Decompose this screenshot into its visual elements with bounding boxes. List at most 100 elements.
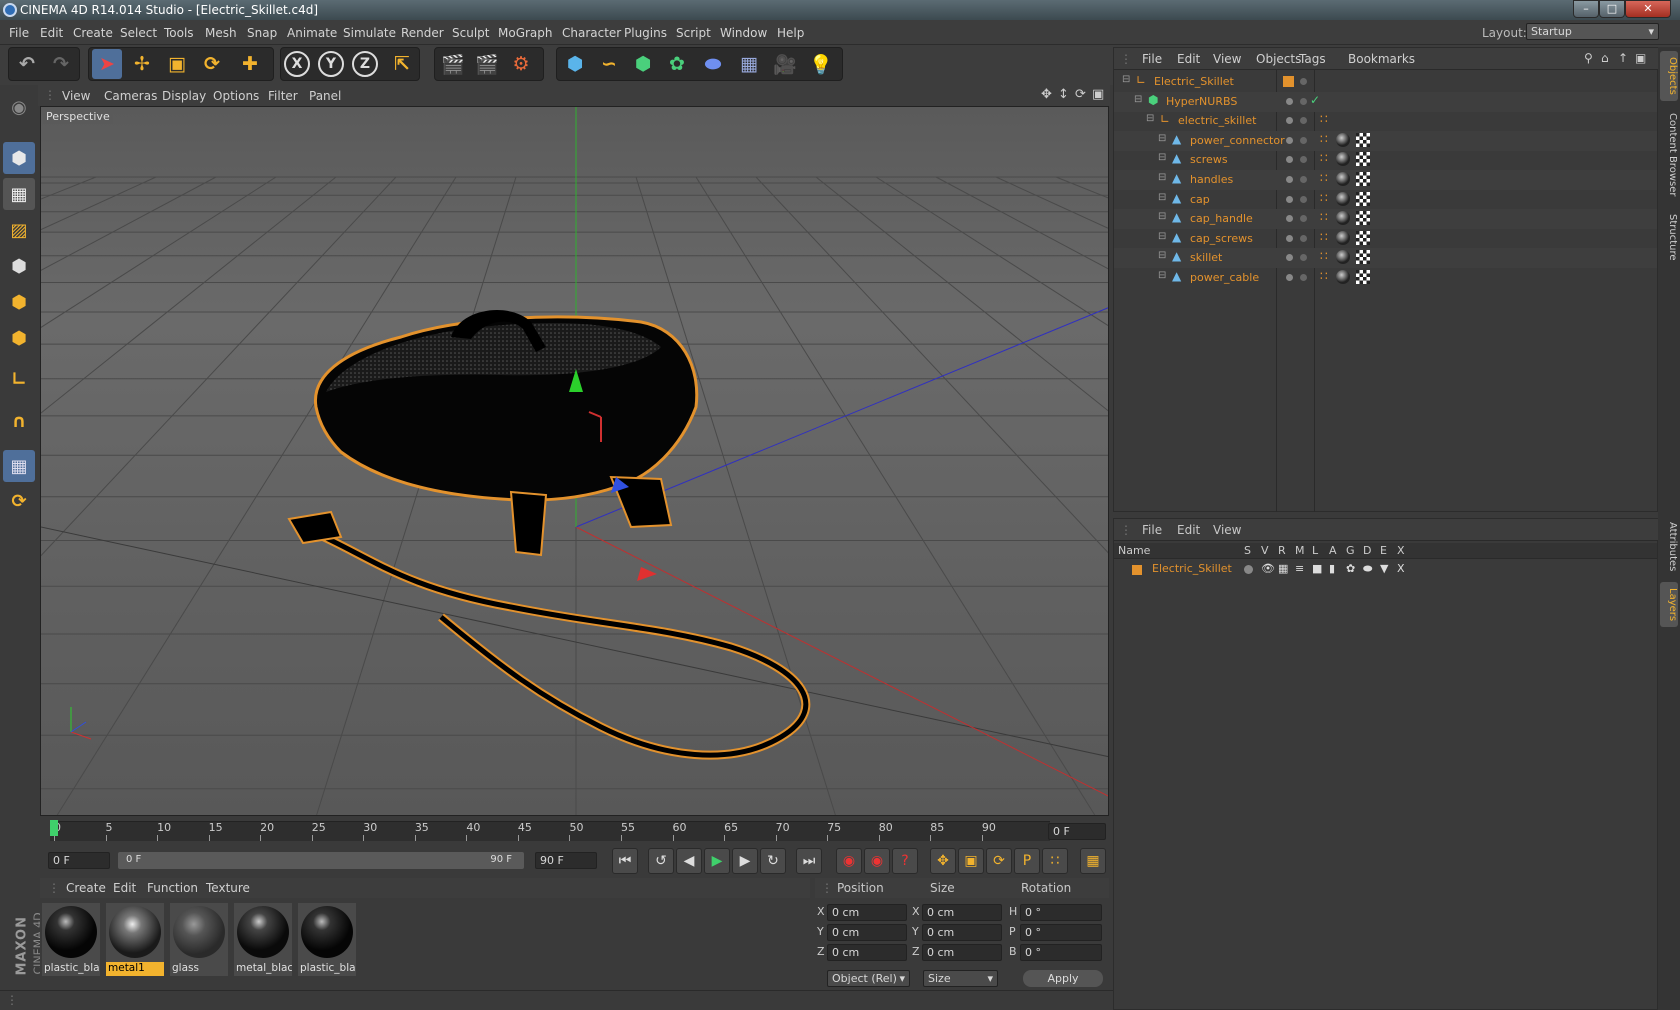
rotate-icon[interactable]: ⟳ — [197, 49, 227, 79]
key-parameter-button[interactable]: P — [1014, 848, 1040, 874]
current-frame-field[interactable]: 0 F — [1048, 823, 1106, 840]
render-icon[interactable]: ▦ — [1278, 562, 1288, 575]
tree-expander-icon[interactable]: ⊟ — [1158, 231, 1166, 242]
tree-expander-icon[interactable]: ⊟ — [1158, 152, 1166, 163]
end-frame-field[interactable]: 90 F — [535, 852, 597, 869]
redo-icon[interactable]: ↷ — [46, 49, 76, 79]
layer-name[interactable]: Electric_Skillet — [1152, 562, 1232, 575]
material-slot[interactable]: metal_black — [234, 903, 292, 976]
menu-render[interactable]: Render — [401, 26, 444, 40]
enabled-check-icon[interactable]: ✓ — [1310, 93, 1320, 107]
floor-icon[interactable]: ▦ — [734, 49, 764, 79]
material-slot[interactable]: plastic_blac — [298, 903, 356, 976]
object-name[interactable]: power_connector — [1190, 134, 1285, 147]
rotation-field[interactable]: 0 ° — [1020, 924, 1102, 941]
tree-expander-icon[interactable]: ⊟ — [1158, 270, 1166, 281]
viewport-menu-filter[interactable]: Filter — [268, 89, 298, 103]
tree-expander-icon[interactable]: ⊟ — [1122, 74, 1130, 85]
close-button[interactable]: ✕ — [1625, 0, 1671, 18]
object-name[interactable]: cap_screws — [1190, 232, 1253, 245]
material-tag-icon[interactable] — [1336, 211, 1350, 226]
layer-menu-edit[interactable]: Edit — [1177, 523, 1200, 537]
object-row[interactable]: ⊟ ▲ power_connector ∷ — [1114, 130, 1657, 151]
play-button[interactable]: ▶ — [704, 848, 730, 874]
object-menu-tags[interactable]: Tags — [1299, 52, 1326, 66]
layout-select[interactable]: Startup ▾ — [1526, 23, 1659, 40]
object-menu-edit[interactable]: Edit — [1177, 52, 1200, 66]
viewport-menu-display[interactable]: Display — [162, 89, 206, 103]
menu-character[interactable]: Character — [562, 26, 621, 40]
tree-expander-icon[interactable]: ⊟ — [1146, 113, 1154, 124]
size-field[interactable]: 0 cm — [922, 904, 1002, 921]
texture-tag-icon[interactable] — [1356, 211, 1370, 226]
material-menu-function[interactable]: Function — [147, 881, 198, 895]
render-visibility-icon[interactable] — [1300, 234, 1307, 242]
edges-mode-icon[interactable]: ⬢ — [3, 286, 35, 318]
light-icon[interactable]: 💡 — [806, 49, 836, 79]
menu-mesh[interactable]: Mesh — [205, 26, 237, 40]
viewport-menu-cameras[interactable]: Cameras — [104, 89, 157, 103]
menu-simulate[interactable]: Simulate — [343, 26, 396, 40]
frame-range-slider[interactable]: 0 F 90 F — [118, 852, 524, 869]
object-row[interactable]: ⊟ ⬢ HyperNURBS ✓ — [1114, 91, 1657, 112]
key-pla-button[interactable]: ∷ — [1042, 848, 1068, 874]
editor-visibility-icon[interactable] — [1286, 176, 1293, 183]
locked-workplane-icon[interactable]: ▦ — [3, 450, 35, 482]
render-picture-viewer-icon[interactable]: 🎬 — [472, 49, 502, 79]
previous-key-button[interactable]: ↺ — [648, 848, 674, 874]
object-name[interactable]: Electric_Skillet — [1154, 75, 1234, 88]
tree-expander-icon[interactable]: ⊟ — [1158, 192, 1166, 203]
editor-visibility-icon[interactable] — [1286, 195, 1293, 203]
maximize-view-icon[interactable]: ▣ — [1092, 87, 1104, 102]
axis-mode-icon[interactable]: ∟ — [3, 363, 35, 395]
tab-attributes[interactable]: Attributes — [1660, 517, 1678, 577]
render-visibility-icon[interactable] — [1300, 274, 1307, 281]
position-field[interactable]: 0 cm — [827, 904, 907, 921]
polygons-mode-icon[interactable]: ⬢ — [3, 322, 35, 354]
make-editable-icon[interactable]: ◉ — [3, 91, 35, 123]
menu-select[interactable]: Select — [120, 26, 157, 40]
texture-tag-icon[interactable] — [1356, 152, 1370, 167]
object-row[interactable]: ⊟ ▲ power_cable ∷ — [1114, 268, 1657, 288]
editor-visibility-icon[interactable] — [1286, 254, 1293, 262]
phong-tag-icon[interactable]: ∷ — [1320, 249, 1328, 263]
object-name[interactable]: HyperNURBS — [1166, 95, 1237, 108]
scale-icon[interactable]: ▣ — [162, 49, 192, 79]
new-view-icon[interactable]: ▣ — [1635, 51, 1646, 65]
material-slot[interactable]: metal1 — [106, 903, 164, 976]
phong-tag-icon[interactable]: ∷ — [1320, 210, 1328, 224]
search-icon[interactable]: ⚲ — [1584, 51, 1593, 65]
menu-window[interactable]: Window — [720, 26, 767, 40]
object-name[interactable]: handles — [1190, 173, 1233, 186]
planar-workplane-icon[interactable]: ⟳ — [3, 485, 35, 517]
tab-structure[interactable]: Structure — [1660, 207, 1678, 267]
deformers-icon[interactable]: ⬬ — [1363, 562, 1372, 576]
tree-expander-icon[interactable]: ⊟ — [1158, 250, 1166, 261]
editor-visibility-icon[interactable] — [1286, 215, 1293, 223]
zoom-view-icon[interactable]: ↕ — [1058, 87, 1069, 102]
phong-tag-icon[interactable]: ∷ — [1320, 132, 1328, 146]
workplane-icon[interactable]: ▨ — [3, 214, 35, 246]
solo-icon[interactable] — [1244, 565, 1253, 574]
render-visibility-icon[interactable] — [1300, 156, 1307, 164]
up-icon[interactable]: ↑ — [1618, 51, 1628, 65]
key-scale-button[interactable]: ▣ — [958, 848, 984, 874]
go-to-start-button[interactable]: ⏮ — [612, 848, 638, 874]
coordinate-mode-select[interactable]: Object (Rel) ▾ — [827, 970, 910, 987]
snap-icon[interactable]: ∩ — [3, 405, 35, 437]
object-row[interactable]: ⊟ ▲ cap_screws ∷ — [1114, 229, 1657, 249]
material-menu-texture[interactable]: Texture — [206, 881, 250, 895]
undo-icon[interactable]: ↶ — [12, 49, 42, 79]
render-visibility-icon[interactable] — [1300, 254, 1307, 262]
texture-tag-icon[interactable] — [1356, 132, 1370, 147]
rotate-view-icon[interactable]: ⟳ — [1075, 87, 1086, 102]
material-menu-edit[interactable]: Edit — [113, 881, 136, 895]
menu-plugins[interactable]: Plugins — [624, 26, 667, 40]
minimize-button[interactable]: – — [1573, 0, 1599, 18]
object-row[interactable]: ⊟ ∟ electric_skillet ∷ — [1114, 111, 1657, 131]
home-icon[interactable]: ⌂ — [1601, 51, 1609, 65]
apply-button[interactable]: Apply — [1023, 970, 1103, 987]
texture-tag-icon[interactable] — [1356, 250, 1370, 265]
texture-tag-icon[interactable] — [1356, 191, 1370, 206]
editor-visibility-icon[interactable] — [1286, 234, 1293, 242]
